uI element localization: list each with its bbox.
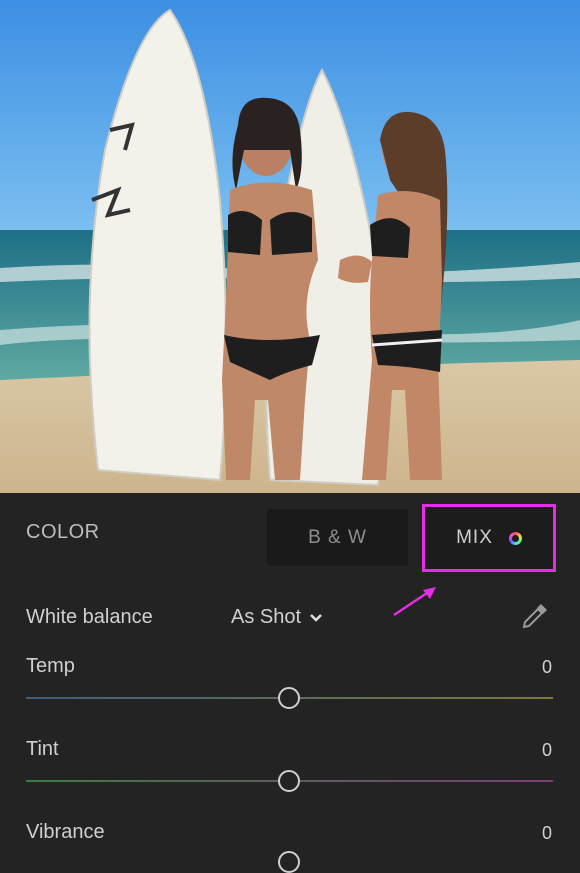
color-wheel-icon xyxy=(508,531,522,545)
temp-value: 0 xyxy=(541,657,552,677)
arrow-icon xyxy=(393,587,436,617)
eyedropper-icon[interactable] xyxy=(519,600,551,632)
mix-button[interactable]: MIX xyxy=(422,504,556,572)
chevron-down-icon xyxy=(310,613,322,622)
section-title: COLOR xyxy=(26,521,100,543)
white-balance-label: White balance xyxy=(26,606,153,628)
vibrance-value: 0 xyxy=(541,823,552,843)
mix-button-label: MIX xyxy=(456,527,493,548)
white-balance-value: As Shot xyxy=(231,606,302,628)
tint-value: 0 xyxy=(541,740,552,760)
bw-button[interactable]: B & W xyxy=(267,509,408,566)
tint-slider-thumb[interactable] xyxy=(278,770,300,792)
bw-button-label: B & W xyxy=(308,526,367,548)
white-balance-dropdown[interactable]: As Shot xyxy=(231,606,323,629)
vibrance-label: Vibrance xyxy=(26,821,105,843)
temp-label: Temp xyxy=(26,655,75,677)
photo-preview xyxy=(0,0,580,493)
tint-label: Tint xyxy=(26,738,59,760)
vibrance-slider-thumb[interactable] xyxy=(278,851,300,873)
temp-slider-thumb[interactable] xyxy=(278,687,300,709)
edit-panel: COLOR B & W MIX White balance As Shot Te… xyxy=(0,493,580,873)
